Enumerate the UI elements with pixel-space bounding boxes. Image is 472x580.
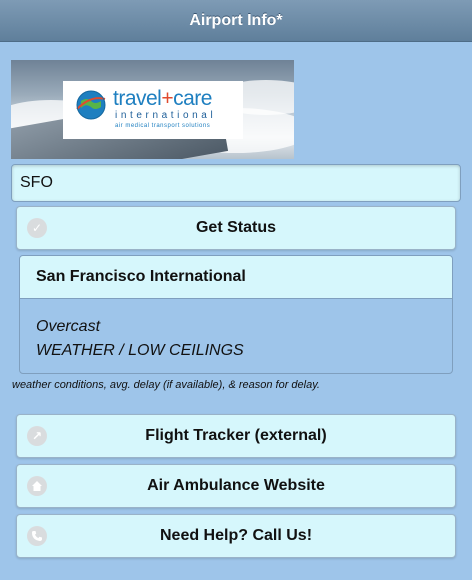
- home-icon: [27, 476, 47, 496]
- brand-subtitle: international: [115, 110, 217, 121]
- get-status-button[interactable]: ✓ Get Status: [16, 206, 456, 250]
- status-card: San Francisco International Overcast WEA…: [19, 255, 453, 374]
- weather-condition: Overcast: [36, 318, 101, 335]
- call-us-button[interactable]: Need Help? Call Us!: [16, 514, 456, 558]
- air-ambulance-website-button[interactable]: Air Ambulance Website: [16, 464, 456, 508]
- flight-tracker-button[interactable]: ↗ Flight Tracker (external): [16, 414, 456, 458]
- delay-reason: WEATHER / LOW CEILINGS: [36, 342, 244, 359]
- external-arrow-icon: ↗: [27, 426, 47, 446]
- page-title: Airport Info*: [189, 11, 283, 29]
- company-logo: travel+care international air medical tr…: [63, 81, 243, 139]
- brand-banner: travel+care international air medical tr…: [11, 60, 294, 159]
- app-header: Airport Info*: [0, 0, 472, 42]
- airport-code-input[interactable]: [11, 164, 461, 202]
- brand-tagline: air medical transport solutions: [115, 123, 211, 129]
- globe-icon: [76, 90, 106, 120]
- brand-name: travel+care: [113, 87, 212, 110]
- check-icon: ✓: [27, 218, 47, 238]
- airport-name: San Francisco International: [20, 256, 452, 299]
- info-note: weather conditions, avg. delay (if avail…: [12, 379, 320, 391]
- phone-icon: [27, 526, 47, 546]
